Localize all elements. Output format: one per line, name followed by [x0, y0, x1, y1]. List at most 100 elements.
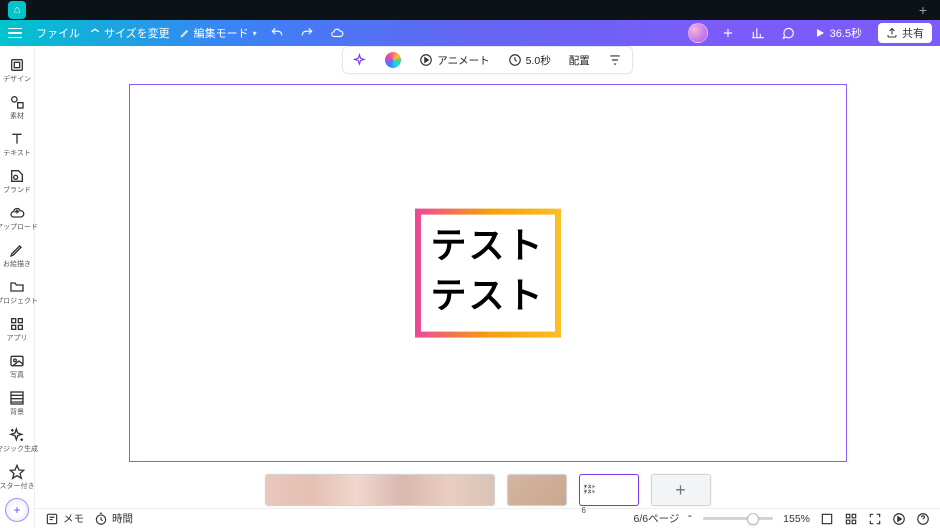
- layers-icon: [844, 512, 858, 526]
- fullscreen-button[interactable]: [868, 512, 882, 526]
- sidebar-label: 素材: [10, 113, 24, 120]
- editor-main: アニメート 5.0秒 配置 テスト テスト: [35, 46, 940, 528]
- present-footer-button[interactable]: [892, 512, 906, 526]
- notes-label: メモ: [63, 511, 84, 526]
- sidebar-item-photos[interactable]: 写真: [0, 352, 34, 379]
- page-thumbnail-6-selected[interactable]: テスト テスト 6: [579, 474, 639, 506]
- home-icon: ⌂: [14, 4, 21, 16]
- redo-button[interactable]: [297, 23, 317, 43]
- sidebar-item-starred[interactable]: スター付き: [0, 463, 34, 490]
- color-wheel-icon: [385, 52, 401, 68]
- sidebar-item-draw[interactable]: お絵描き: [0, 241, 34, 268]
- notes-icon: [45, 512, 59, 526]
- status-bar: メモ 時間 6/6ページ⌃ 155%: [35, 508, 940, 528]
- plus-icon: +: [675, 480, 686, 501]
- sidebar-item-text[interactable]: テキスト: [0, 130, 34, 157]
- notes-button[interactable]: メモ: [45, 511, 84, 526]
- sidebar-label: アプリ: [7, 335, 28, 342]
- sidebar-item-magic[interactable]: マジック生成: [0, 426, 34, 453]
- duration-button[interactable]: 5.0秒: [500, 50, 559, 71]
- help-icon: [916, 512, 930, 526]
- folder-icon: [8, 278, 26, 296]
- zoom-slider[interactable]: [703, 517, 773, 520]
- cloud-icon: [330, 26, 344, 40]
- zoom-level[interactable]: 155%: [783, 513, 810, 525]
- timer-label: 時間: [112, 511, 133, 526]
- sidebar-item-brand[interactable]: ブランド: [0, 167, 34, 194]
- duration-label: 5.0秒: [526, 53, 551, 68]
- new-tab-button[interactable]: +: [914, 1, 932, 19]
- view-layers-button[interactable]: [844, 512, 858, 526]
- animate-label: アニメート: [437, 53, 489, 68]
- edit-mode-menu[interactable]: 編集モード ▾: [180, 25, 257, 41]
- side-tool-panel: デザイン 素材 テキスト ブランド アップロード お絵描き プロジェクト アプ: [0, 46, 35, 528]
- redo-icon: [300, 26, 314, 40]
- help-button[interactable]: [916, 512, 930, 526]
- page-thumbnail-group[interactable]: [265, 474, 495, 506]
- undo-icon: [270, 26, 284, 40]
- page-number-label: 6: [582, 506, 586, 515]
- user-avatar[interactable]: [688, 23, 708, 43]
- text-element-inner: テスト テスト: [420, 215, 554, 332]
- text-line-1[interactable]: テスト: [430, 221, 544, 271]
- duration-label: 36.5秒: [830, 25, 862, 41]
- text-element-frame[interactable]: テスト テスト: [414, 209, 560, 338]
- add-collaborator-button[interactable]: [718, 23, 738, 43]
- effects-button[interactable]: [345, 50, 375, 70]
- sidebar-label: マジック生成: [0, 446, 38, 453]
- resize-menu[interactable]: サイズを変更: [90, 25, 170, 41]
- page-thumbnails: テスト テスト 6 +: [35, 472, 940, 508]
- thumb-preview: テスト テスト: [584, 485, 596, 495]
- present-button[interactable]: 36.5秒: [808, 23, 868, 43]
- resize-label: サイズを変更: [104, 25, 170, 41]
- file-menu[interactable]: ファイル: [36, 25, 80, 41]
- page-thumbnail-5[interactable]: [507, 474, 567, 506]
- sidebar-item-background[interactable]: 背景: [0, 389, 34, 416]
- timer-icon: [94, 512, 108, 526]
- plus-icon: +: [13, 503, 20, 517]
- sidebar-label: デザイン: [3, 76, 31, 83]
- edit-mode-label: 編集モード: [194, 25, 249, 41]
- animate-button[interactable]: アニメート: [411, 50, 497, 71]
- top-menu-bar: ファイル サイズを変更 編集モード ▾ 36.5秒 共有: [0, 20, 940, 46]
- analytics-button[interactable]: [748, 23, 768, 43]
- draw-icon: [8, 241, 26, 259]
- view-grid-button[interactable]: [820, 512, 834, 526]
- comment-button[interactable]: [778, 23, 798, 43]
- text-line-2[interactable]: テスト: [430, 271, 544, 321]
- sidebar-item-apps[interactable]: アプリ: [0, 315, 34, 342]
- play-icon: [814, 27, 826, 39]
- page-canvas[interactable]: テスト テスト: [129, 84, 847, 462]
- page-indicator[interactable]: 6/6ページ⌃: [634, 511, 694, 526]
- sidebar-label: テキスト: [3, 150, 31, 157]
- timer-button[interactable]: 時間: [94, 511, 133, 526]
- sidebar-item-design[interactable]: デザイン: [0, 56, 34, 83]
- sidebar-label: 背景: [10, 409, 24, 416]
- context-toolbar: アニメート 5.0秒 配置: [35, 46, 940, 74]
- share-label: 共有: [902, 25, 924, 41]
- design-icon: [8, 56, 26, 74]
- sparkle-icon: [353, 53, 367, 67]
- sidebar-item-projects[interactable]: プロジェクト: [0, 278, 34, 305]
- undo-button[interactable]: [267, 23, 287, 43]
- hamburger-menu-button[interactable]: [8, 24, 26, 42]
- magic-fab-button[interactable]: +: [5, 498, 29, 522]
- color-button[interactable]: [377, 49, 409, 71]
- share-button[interactable]: 共有: [878, 23, 932, 43]
- home-tab-icon[interactable]: ⌂: [8, 1, 26, 19]
- canvas-viewport[interactable]: テスト テスト: [35, 74, 940, 472]
- sidebar-item-uploads[interactable]: アップロード: [0, 204, 34, 231]
- page-indicator-label: 6/6ページ: [634, 511, 680, 526]
- filter-button[interactable]: [600, 50, 630, 70]
- sidebar-label: プロジェクト: [0, 298, 38, 305]
- grid-icon: [820, 512, 834, 526]
- position-button[interactable]: 配置: [561, 50, 598, 71]
- sidebar-item-elements[interactable]: 素材: [0, 93, 34, 120]
- add-page-button[interactable]: +: [651, 474, 711, 506]
- cloud-sync-button[interactable]: [327, 23, 347, 43]
- plus-icon: +: [919, 2, 927, 18]
- elements-icon: [8, 93, 26, 111]
- star-icon: [8, 463, 26, 481]
- animate-icon: [419, 53, 433, 67]
- sidebar-label: スター付き: [0, 483, 35, 490]
